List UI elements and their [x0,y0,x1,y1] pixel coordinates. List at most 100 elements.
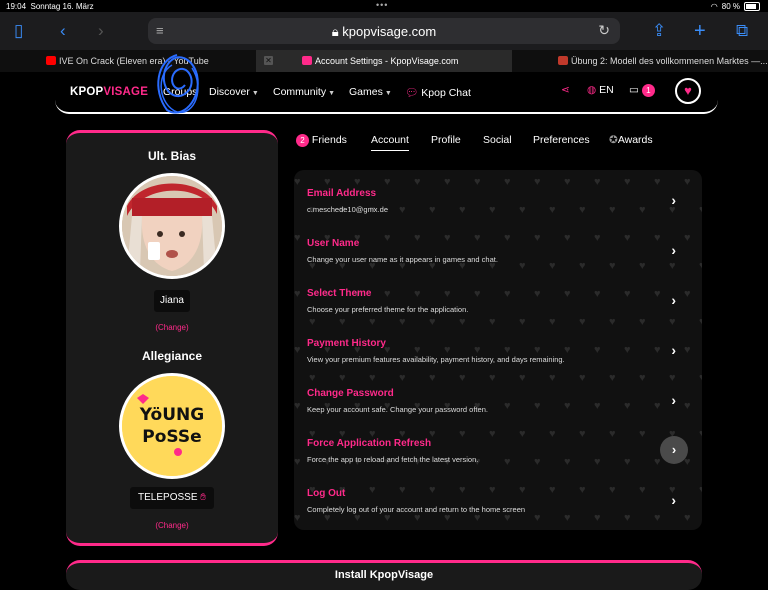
allegiance-avatar[interactable]: YöUNG PoSSe [119,373,225,479]
nav-community-label: Community [273,86,327,98]
setting-theme[interactable]: Select Theme Choose your preferred theme… [294,270,702,320]
tab-friends[interactable]: 2 Friends [296,134,347,147]
setting-desc: Keep your account safe. Change your pass… [307,405,488,414]
browser-toolbar: ▯ ‹ › ≡ 🔒︎ kpopvisage.com ↻ ⇪ + ⧉ [0,12,768,50]
chevron-right-icon: › [671,492,676,508]
bias-avatar[interactable] [119,173,225,279]
tab-awards-label: Awards [617,134,653,146]
tab-uebung[interactable]: Übung 2: Modell des vollkommenen Marktes… [512,50,768,72]
tab-strip: IVE On Crack (Eleven era) - YouTube ✕ Ac… [0,50,768,72]
nav-community[interactable]: Community ▼ [273,86,335,98]
status-time: 19:04 [6,2,27,11]
setting-change-password[interactable]: Change Password Keep your account safe. … [294,370,702,420]
setting-desc: Choose your preferred theme for the appl… [307,305,469,314]
url-text: kpopvisage.com [342,24,437,39]
nav-games-label: Games [349,86,383,98]
tab-account[interactable]: Account [371,134,409,151]
tab-social[interactable]: Social [483,134,512,146]
status-time-date: 19:04 Sonntag 16. März [6,2,94,11]
language-selector[interactable]: ◍ EN [587,84,614,96]
chevron-right-icon: › [671,342,676,358]
close-tab-icon[interactable]: ✕ [264,56,273,65]
setting-title: Email Address [307,188,377,199]
setting-username[interactable]: User Name Change your user name as it ap… [294,220,702,270]
setting-title: User Name [307,238,360,249]
setting-desc: c.meschede10@gmx.de [307,205,388,214]
address-bar[interactable]: ≡ 🔒︎ kpopvisage.com ↻ [148,18,620,44]
battery-percent: 80 % [721,2,740,11]
install-title: Install KpopVisage [334,569,434,581]
setting-desc: Force the app to reload and fetch the la… [307,455,479,464]
language-label: EN [599,84,614,96]
setting-payment-history[interactable]: Payment History View your premium featur… [294,320,702,370]
tab-preferences[interactable]: Preferences [533,134,590,146]
install-card: Install KpopVisage [66,560,702,590]
tab-account-label: Account [371,134,409,146]
nav-discover-label: Discover [209,86,250,98]
wifi-icon: ◠ [710,2,718,11]
change-allegiance-link[interactable]: (Change) [66,521,278,530]
share-icon[interactable]: ⇪ [652,21,666,41]
nav-kpop-chat[interactable]: 💬︎ Kpop Chat [405,86,471,99]
setting-desc: Change your user name as it appears in g… [307,255,498,264]
setting-desc: Completely log out of your account and r… [307,505,526,514]
svg-text:PoSSe: PoSSe [142,427,201,447]
tab-label: IVE On Crack (Eleven era) - YouTube [59,56,209,66]
tab-awards[interactable]: ✪Awards [609,134,653,146]
globe-icon: ◍ [587,84,597,96]
status-date: Sonntag 16. März [30,2,94,11]
allegiance-title: Allegiance [141,349,203,363]
bias-name: Jiana [154,290,190,312]
setting-logout[interactable]: Log Out Completely log out of your accou… [294,470,702,520]
award-icon: ✪ [609,134,618,146]
site-logo[interactable]: KPOPVISAGE [70,86,148,98]
reload-icon[interactable]: ↻ [598,22,610,39]
back-icon[interactable]: ‹ [60,21,66,41]
setting-title: Force Application Refresh [307,438,432,449]
allegiance-name-chip: TELEPOSSE ✋︎ [130,487,214,509]
status-right: ◠ 80 % [711,2,760,11]
logo-part-kpop: KPOP [70,86,104,98]
tab-friends-label: Friends [311,134,347,146]
profile-card: Ult. Bias Jiana (Change) Allegiance YöUN… [66,130,278,546]
young-posse-logo: YöUNG PoSSe [122,376,222,476]
tab-social-label: Social [483,134,512,146]
setting-desc: View your premium features availability,… [307,355,565,364]
setting-email[interactable]: Email Address c.meschede10@gmx.de › [294,170,702,220]
multitask-dots[interactable]: ••• [376,0,388,10]
setting-force-refresh[interactable]: Force Application Refresh Force the app … [294,420,702,470]
tab-profile[interactable]: Profile [431,134,461,146]
inbox-icon: ▭ [629,84,639,96]
chevron-down-icon: ▼ [328,90,336,97]
nav-groups[interactable]: Groups [163,86,197,98]
forward-icon[interactable]: › [98,21,104,41]
sidebar-icon[interactable]: ▯ [14,21,23,41]
bias-photo [122,176,222,276]
inbox-button[interactable]: ▭ 1 [629,84,655,97]
bias-title: Ult. Bias [147,149,196,163]
tab-profile-label: Profile [431,134,461,146]
allegiance-name: TELEPOSSE [138,492,198,503]
tab-account-settings[interactable]: ✕ Account Settings - KpopVisage.com [256,50,512,72]
chevron-right-icon: › [671,392,676,408]
account-settings-panel: ♥ ♥ ♥ ♥ ♥ ♥ ♥ ♥ ♥ ♥ ♥ ♥ ♥ ♥ ♥ ♥ ♥ ♥ ♥ ♥ ♥ ♥ ♥ ♥ ♥ ♥ ♥ ♥ ♥ ♥ ♥ ♥ ♥ ♥ ♥ ♥ ♥ ♥ ♥ ♥… [294,170,702,530]
setting-title: Payment History [307,338,386,349]
tab-youtube[interactable]: IVE On Crack (Eleven era) - YouTube [0,50,256,72]
nav-games[interactable]: Games ▼ [349,86,392,98]
heart-icon: ♥ [684,83,692,98]
setting-title: Select Theme [307,288,372,299]
change-bias-link[interactable]: (Change) [66,323,278,332]
chevron-down-icon: ▼ [251,90,259,97]
youtube-icon [46,56,56,65]
heart-button[interactable]: ♥ [675,78,701,104]
share-network-icon[interactable]: ⋖ [561,84,570,96]
tabs-overview-icon[interactable]: ⧉ [736,21,748,41]
inbox-badge: 1 [641,84,655,97]
tab-label: Übung 2: Modell des vollkommenen Marktes… [571,56,768,66]
svg-text:YöUNG: YöUNG [139,405,204,425]
new-tab-icon[interactable]: + [694,21,706,41]
friends-badge: 2 [296,134,309,147]
setting-title: Log Out [307,488,346,499]
chevron-right-icon: › [671,242,676,258]
nav-discover[interactable]: Discover ▼ [209,86,259,98]
